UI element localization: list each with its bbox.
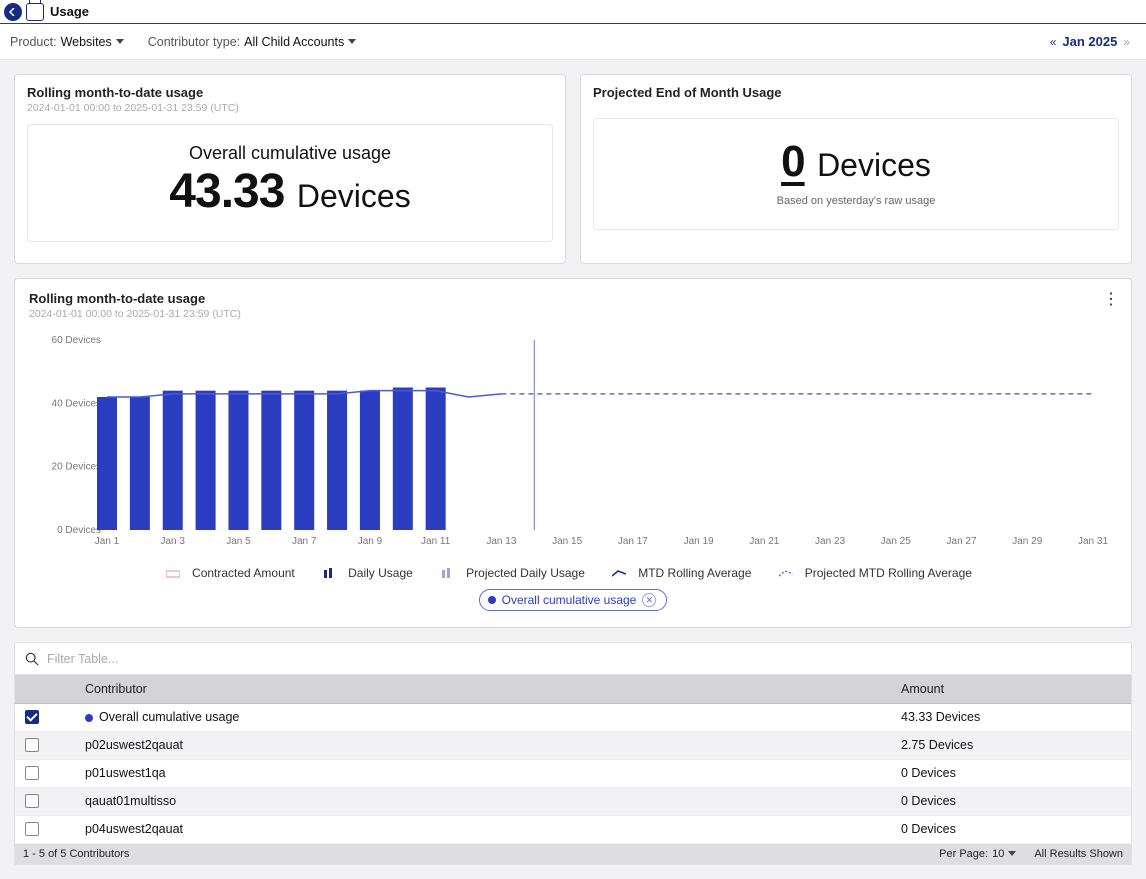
svg-text:Jan 27: Jan 27 xyxy=(947,536,977,547)
table-row[interactable]: qauat01multisso0 Devices xyxy=(15,787,1131,815)
period-next-button[interactable]: » xyxy=(1123,35,1130,49)
remove-series-button[interactable]: ✕ xyxy=(642,593,656,607)
series-dot-icon xyxy=(85,714,93,722)
metric-proj-unit: Devices xyxy=(817,147,931,184)
cell-contributor: qauat01multisso xyxy=(75,787,891,815)
row-checkbox[interactable] xyxy=(25,766,39,780)
svg-text:40 Devices: 40 Devices xyxy=(52,398,101,409)
col-checkbox xyxy=(15,675,75,703)
svg-text:Jan 31: Jan 31 xyxy=(1078,536,1108,547)
svg-text:Jan 9: Jan 9 xyxy=(358,536,383,547)
calendar-icon xyxy=(26,3,44,21)
svg-text:Jan 23: Jan 23 xyxy=(815,536,845,547)
cell-contributor: p02uswest2qauat xyxy=(75,731,891,759)
page-title: Usage xyxy=(50,4,89,19)
card-mtd: Rolling month-to-date usage 2024-01-01 0… xyxy=(14,74,566,264)
contributor-type-label: Contributor type: xyxy=(148,35,240,49)
contributors-table: Contributor Amount Overall cumulative us… xyxy=(14,642,1132,865)
search-icon xyxy=(25,652,39,666)
svg-text:Jan 29: Jan 29 xyxy=(1012,536,1042,547)
row-checkbox[interactable] xyxy=(25,794,39,808)
filter-input[interactable] xyxy=(47,652,1121,666)
svg-text:Jan 5: Jan 5 xyxy=(226,536,251,547)
svg-text:Jan 13: Jan 13 xyxy=(486,536,516,547)
table-row[interactable]: p04uswest2qauat0 Devices xyxy=(15,815,1131,843)
chart-menu-button[interactable]: ⋮ xyxy=(1103,289,1119,309)
series-dot-icon xyxy=(488,596,496,604)
cell-amount: 2.75 Devices xyxy=(891,731,1131,759)
svg-text:Jan 7: Jan 7 xyxy=(292,536,317,547)
metric-mtd-label: Overall cumulative usage xyxy=(38,143,542,164)
col-amount[interactable]: Amount xyxy=(891,675,1131,703)
table-row[interactable]: p01uswest1qa0 Devices xyxy=(15,759,1131,787)
card-projected: Projected End of Month Usage 0 Devices B… xyxy=(580,74,1132,264)
back-button[interactable] xyxy=(4,3,22,21)
svg-text:Jan 1: Jan 1 xyxy=(95,536,120,547)
contributor-type-select[interactable]: All Child Accounts xyxy=(244,35,344,49)
footer-range: 1 - 5 of 5 Contributors xyxy=(23,848,129,860)
svg-text:Jan 15: Jan 15 xyxy=(552,536,582,547)
cell-contributor: p01uswest1qa xyxy=(75,759,891,787)
metric-mtd-unit: Devices xyxy=(297,178,411,215)
col-contributor[interactable]: Contributor xyxy=(75,675,891,703)
table-row[interactable]: Overall cumulative usage43.33 Devices xyxy=(15,703,1131,731)
cell-amount: 0 Devices xyxy=(891,759,1131,787)
cell-amount: 0 Devices xyxy=(891,815,1131,843)
cell-amount: 0 Devices xyxy=(891,787,1131,815)
metric-proj-value: 0 xyxy=(781,137,804,187)
row-checkbox[interactable] xyxy=(25,738,39,752)
chevron-down-icon[interactable] xyxy=(116,39,124,44)
svg-text:20 Devices: 20 Devices xyxy=(52,462,101,473)
svg-text:0 Devices: 0 Devices xyxy=(57,525,101,536)
svg-text:Jan 17: Jan 17 xyxy=(618,536,648,547)
card-mtd-range: 2024-01-01 00:00 to 2025-01-31 23:59 (UT… xyxy=(27,102,553,114)
legend-projdaily[interactable]: Projected Daily Usage xyxy=(440,566,593,580)
chevron-down-icon[interactable] xyxy=(348,39,356,44)
per-page-select[interactable]: Per Page: 10 xyxy=(939,848,1016,860)
card-mtd-title: Rolling month-to-date usage xyxy=(27,85,553,100)
footer-status: All Results Shown xyxy=(1034,848,1123,860)
chart-range: 2024-01-01 00:00 to 2025-01-31 23:59 (UT… xyxy=(29,308,1117,320)
series-pill-overall[interactable]: Overall cumulative usage ✕ xyxy=(479,589,668,611)
svg-text:Jan 3: Jan 3 xyxy=(160,536,185,547)
legend-contracted[interactable]: Contracted Amount xyxy=(166,566,303,580)
legend-mtd[interactable]: MTD Rolling Average xyxy=(612,566,759,580)
svg-text:Jan 11: Jan 11 xyxy=(421,536,451,547)
cell-contributor: p04uswest2qauat xyxy=(75,815,891,843)
metric-proj-note: Based on yesterday's raw usage xyxy=(604,195,1108,207)
svg-text:Jan 21: Jan 21 xyxy=(749,536,779,547)
chart-legend: Contracted Amount Daily Usage Projected … xyxy=(29,566,1117,581)
series-pill-label: Overall cumulative usage xyxy=(502,593,637,607)
product-label: Product: xyxy=(10,35,57,49)
chart-card: Rolling month-to-date usage ⋮ 2024-01-01… xyxy=(14,278,1132,628)
table-row[interactable]: p02uswest2qauat2.75 Devices xyxy=(15,731,1131,759)
row-checkbox[interactable] xyxy=(25,710,39,724)
period-prev-button[interactable]: « xyxy=(1050,35,1057,49)
svg-text:Jan 19: Jan 19 xyxy=(684,536,714,547)
metric-mtd-value: 43.33 xyxy=(169,164,284,219)
product-select[interactable]: Websites xyxy=(61,35,112,49)
usage-chart: 0 Devices 20 Devices 40 Devices 60 Devices J… xyxy=(29,330,1117,560)
legend-projmtd[interactable]: Projected MTD Rolling Average xyxy=(779,566,980,580)
row-checkbox[interactable] xyxy=(25,822,39,836)
svg-text:Jan 25: Jan 25 xyxy=(881,536,911,547)
card-projected-title: Projected End of Month Usage xyxy=(593,85,1119,100)
chevron-down-icon xyxy=(1008,851,1016,856)
period-label[interactable]: Jan 2025 xyxy=(1062,34,1117,49)
svg-text:60 Devices: 60 Devices xyxy=(52,335,101,346)
chart-title: Rolling month-to-date usage xyxy=(29,291,1117,306)
legend-daily[interactable]: Daily Usage xyxy=(322,566,421,580)
cell-amount: 43.33 Devices xyxy=(891,703,1131,731)
cell-contributor: Overall cumulative usage xyxy=(75,703,891,731)
